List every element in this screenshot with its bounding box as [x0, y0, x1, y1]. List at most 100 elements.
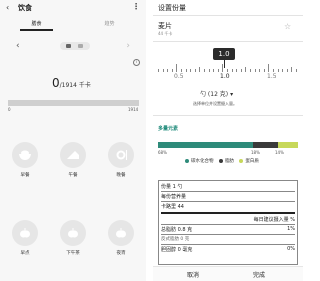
rice-bowl-icon	[12, 142, 38, 168]
divider	[153, 115, 303, 116]
meal-morning-snack[interactable]: 早点	[8, 220, 42, 256]
food-calories: 44 千卡	[158, 31, 173, 36]
ruler-tick	[158, 69, 159, 72]
divider	[161, 191, 295, 192]
fat-pct: 18%	[251, 150, 260, 155]
divider	[161, 212, 295, 214]
portion-dialog: 设置份量 麦片 44 千卡 ☆ 1.0 0.5 1.0 1.5 勺 (12 克)…	[153, 0, 303, 281]
calories-row: 卡路里 44	[161, 204, 184, 210]
dialog-button-bar: 取消 完成	[153, 266, 303, 281]
apple-icon	[108, 220, 134, 246]
meal-label: 夜宵	[116, 251, 126, 256]
ruler-tick	[291, 67, 293, 72]
cholesterol-row: 胆固醇 0 毫克 0%	[161, 246, 295, 253]
diet-panel: ‹ 饮食 ⋮ 膳食 趋势 ‹ › i 0/1914 千卡 0 1914 早餐 午…	[0, 0, 146, 281]
meal-label: 早点	[20, 251, 30, 256]
ruler-tick	[273, 69, 274, 72]
previous-day-icon[interactable]: ‹	[16, 40, 20, 52]
fat-label: 总脂肪 0.8 克	[161, 227, 193, 233]
ruler-label: 0.5	[174, 73, 184, 80]
meal-label: 下午茶	[66, 251, 80, 256]
cake-slice-icon	[60, 142, 86, 168]
ruler-tick	[213, 69, 215, 72]
macro-segment	[278, 142, 298, 148]
unit-hint: 选择单位并设置摄入量。	[193, 101, 237, 106]
ruler-label: 1.5	[267, 73, 277, 80]
ruler-tick	[277, 69, 279, 72]
calories-consumed: 0	[52, 76, 60, 90]
dropdown-arrow-icon: ▾	[230, 91, 234, 98]
divider	[153, 41, 303, 42]
tab-bar: 膳食 趋势	[0, 17, 146, 31]
ruler-tick	[296, 69, 297, 72]
ruler-tick	[171, 69, 173, 72]
week-view-icon[interactable]	[78, 44, 83, 48]
divider	[161, 224, 295, 225]
legend-dot	[185, 158, 189, 163]
carb-pct: 68%	[158, 150, 167, 155]
plate-icon	[108, 142, 134, 168]
macro-section-title: 多量元素	[158, 126, 179, 132]
unit-dropdown[interactable]: 勺 (12 克) ▾	[200, 89, 233, 98]
macro-bar	[158, 142, 298, 148]
next-day-icon[interactable]: ›	[126, 40, 130, 52]
favorite-star-icon[interactable]: ☆	[284, 22, 291, 31]
trans-fat-row: 反式脂肪 0 克	[161, 237, 190, 242]
divider	[161, 244, 295, 245]
ruler-tick	[263, 69, 265, 72]
ruler-tick	[254, 69, 256, 72]
tab-trends[interactable]: 趋势	[73, 20, 146, 27]
meal-label: 晚餐	[116, 173, 126, 178]
calorie-summary: 0/1914 千卡	[52, 76, 91, 90]
divider	[161, 234, 295, 235]
meal-late-snack[interactable]: 夜宵	[104, 220, 138, 256]
ruler-tick	[190, 69, 192, 72]
date-navigator: ‹ ›	[16, 40, 130, 52]
ruler-label: 1.0	[220, 73, 230, 80]
progress-max-label: 1914	[128, 107, 139, 112]
unit-label: 勺 (12 克)	[200, 91, 229, 98]
progress-min-label: 0	[8, 107, 11, 112]
meal-lunch[interactable]: 午餐	[56, 142, 90, 178]
macro-legend: 碳水化合物 脂肪 蛋白质	[181, 158, 259, 164]
ruler-tick	[176, 64, 178, 72]
daily-value-header: 每日建议摄入量 %	[253, 217, 295, 223]
top-bar: ‹ 饮食 ⋮	[0, 0, 146, 16]
ruler-tick	[231, 69, 233, 72]
day-view-icon[interactable]	[66, 44, 71, 48]
fat-daily-pct: 1%	[287, 226, 295, 232]
more-options-icon[interactable]: ⋮	[132, 2, 140, 11]
calorie-progress-bar	[8, 100, 139, 106]
ruler-tick	[204, 69, 205, 72]
portion-ruler-slider[interactable]	[153, 62, 303, 72]
meal-breakfast[interactable]: 早餐	[8, 142, 42, 178]
back-icon[interactable]: ‹	[6, 3, 9, 12]
info-icon[interactable]: i	[133, 59, 140, 66]
divider	[153, 15, 303, 16]
meal-label: 早餐	[20, 173, 30, 178]
protein-pct: 14%	[275, 150, 284, 155]
meal-afternoon-snack[interactable]: 下午茶	[56, 220, 90, 256]
cholesterol-label: 胆固醇 0 毫克	[161, 247, 193, 253]
ruler-tick	[185, 69, 187, 72]
ruler-tick	[282, 69, 284, 72]
cancel-button[interactable]: 取消	[187, 270, 199, 279]
done-button[interactable]: 完成	[253, 270, 265, 279]
tab-meals[interactable]: 膳食	[0, 20, 73, 27]
tab-indicator	[20, 29, 53, 31]
page-title: 饮食	[18, 4, 32, 12]
meal-dinner[interactable]: 晚餐	[104, 142, 138, 178]
ruler-tick	[259, 69, 261, 72]
ruler-tick	[199, 67, 201, 72]
serving-size: 份量 1 勺	[161, 184, 183, 190]
cholesterol-daily-pct: 0%	[287, 246, 295, 252]
ruler-tick	[240, 69, 242, 72]
ruler-tick	[162, 69, 164, 72]
ruler-tick	[222, 64, 224, 72]
view-toggle[interactable]	[60, 42, 90, 50]
apple-icon	[12, 220, 38, 246]
legend-dot	[218, 158, 223, 163]
apple-icon	[60, 220, 86, 246]
food-name: 麦片	[158, 22, 172, 30]
fat-row: 总脂肪 0.8 克 1%	[161, 226, 295, 233]
